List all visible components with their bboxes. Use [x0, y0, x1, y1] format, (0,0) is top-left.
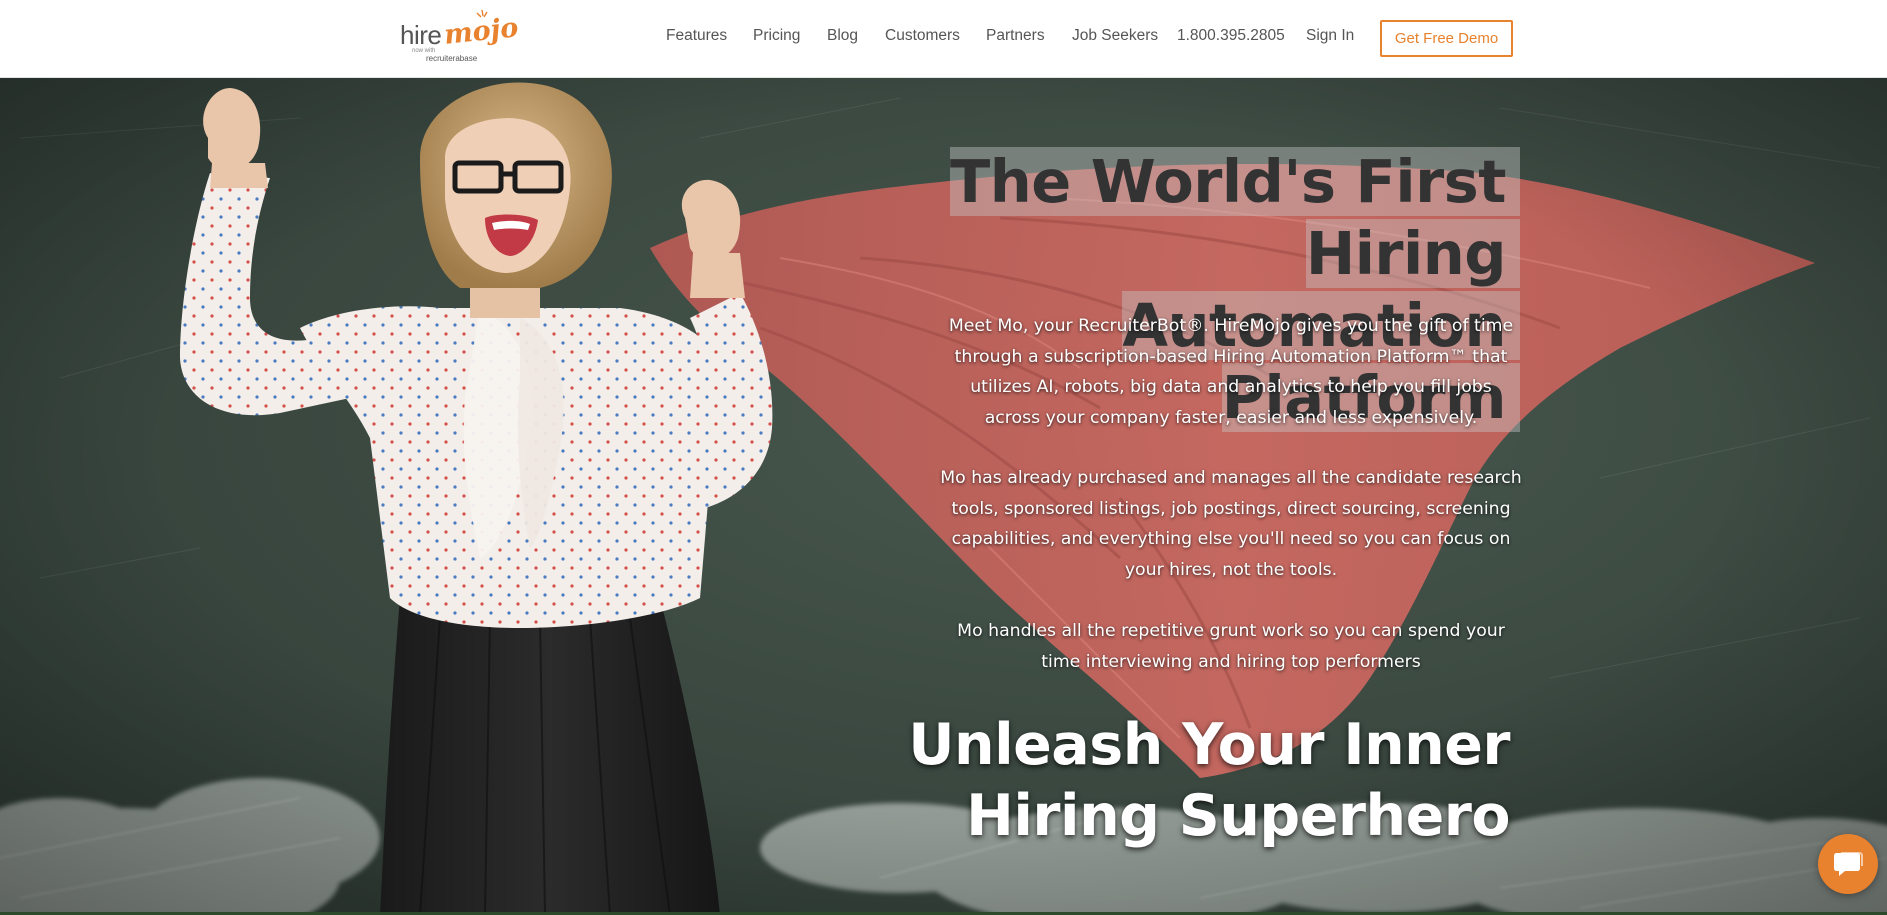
nav-phone[interactable]: 1.800.395.2805 [1177, 27, 1285, 45]
nav-partners[interactable]: Partners [986, 27, 1045, 45]
chat-launcher-button[interactable] [1818, 834, 1878, 894]
chat-bubble-icon [1834, 852, 1863, 876]
hero-paragraph-3: Mo handles all the repetitive grunt work… [957, 621, 1505, 672]
hero-section: The World's First Hiring Automation Plat… [0, 78, 1887, 915]
nav-customers[interactable]: Customers [885, 27, 960, 45]
get-free-demo-button[interactable]: Get Free Demo [1380, 20, 1513, 57]
hero-paragraph-2: Mo has already purchased and manages all… [940, 468, 1522, 580]
hero-tagline: Unleash Your Inner Hiring Superhero [860, 710, 1510, 852]
nav-blog[interactable]: Blog [827, 27, 858, 45]
nav-sign-in[interactable]: Sign In [1306, 27, 1354, 45]
nav-job-seekers[interactable]: Job Seekers [1072, 27, 1158, 45]
main-nav: Features Pricing Blog Customers Partners… [0, 0, 1887, 78]
site-header: hire mojo now with recruiterabase Featur… [0, 0, 1887, 78]
nav-pricing[interactable]: Pricing [753, 27, 800, 45]
tagline-line-1: Unleash Your Inner [908, 712, 1510, 778]
hero-paragraph-1: Meet Mo, your RecruiterBot®. HireMojo gi… [948, 316, 1514, 428]
tagline-line-2: Hiring Superhero [966, 783, 1510, 849]
nav-features[interactable]: Features [666, 27, 727, 45]
headline-line-1: The World's First Hiring [949, 147, 1520, 288]
